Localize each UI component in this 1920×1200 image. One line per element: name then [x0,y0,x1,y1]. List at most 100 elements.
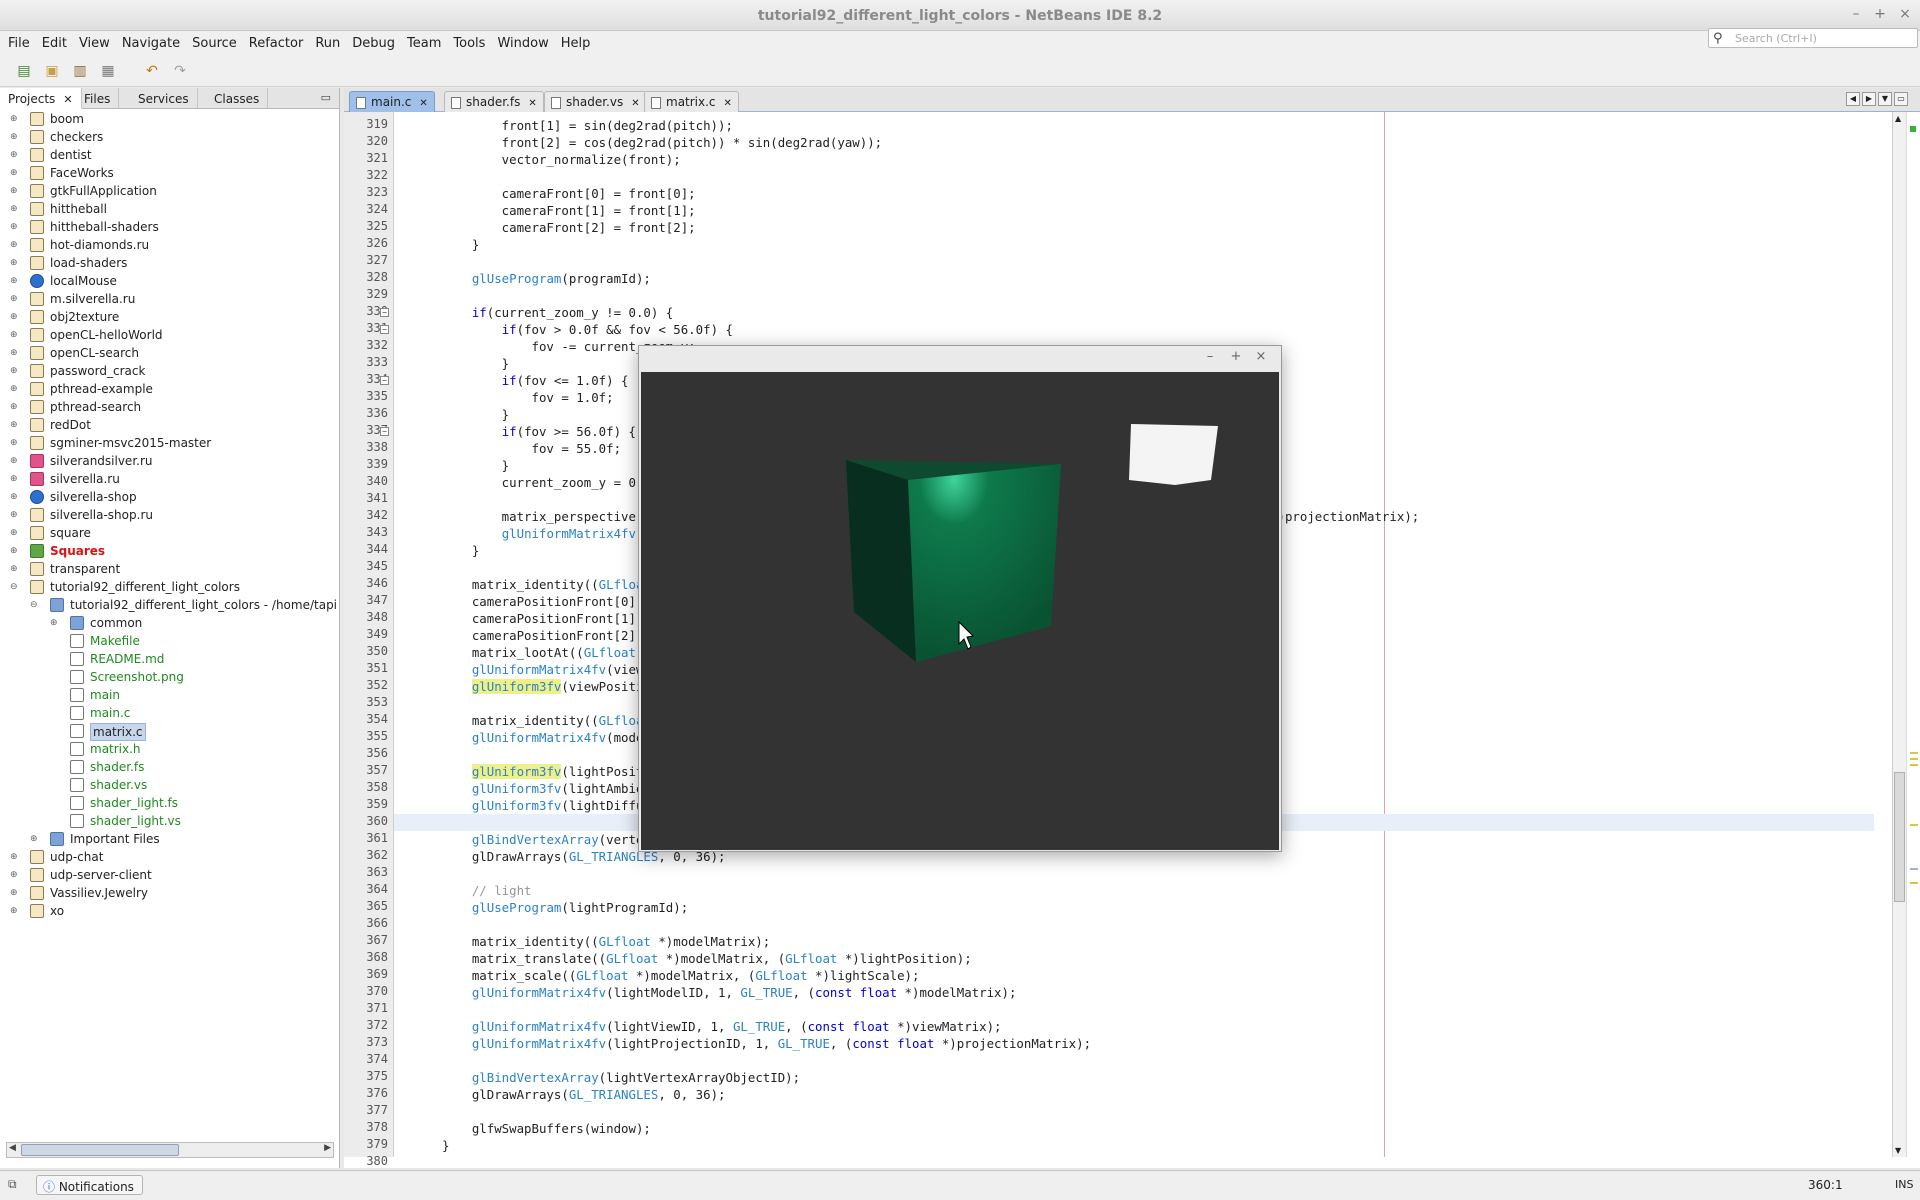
menu-run[interactable]: Run [309,31,346,51]
menu-team[interactable]: Team [401,31,447,51]
tree-item[interactable]: ⊕ hot-diamonds.ru [0,236,338,254]
code-line[interactable]: glUseProgram(programId); [394,270,1874,287]
expand-icon[interactable]: ⊕ [10,398,18,416]
editor-tab[interactable]: main.c ✕ [349,91,435,112]
tree-item[interactable]: ⊕ hittheball-shaders [0,218,338,236]
tab-navigation-icon[interactable]: ▼ [1878,92,1892,106]
tree-item[interactable]: shader_light.vs [0,812,338,830]
code-line[interactable] [394,1001,1874,1018]
tree-item[interactable]: ⊕ FaceWorks [0,164,338,182]
tree-item[interactable]: ⊕ checkers [0,128,338,146]
tree-item[interactable]: ⊕ obj2texture [0,308,338,326]
tree-item[interactable]: ⊕ xo [0,902,338,920]
tree-item[interactable]: shader_light.fs [0,794,338,812]
tree-item[interactable]: Screenshot.png [0,668,338,686]
new-file-icon[interactable]: ▤ [14,61,34,81]
code-line[interactable] [394,1052,1874,1069]
tree-item[interactable]: Makefile [0,632,338,650]
maximize-icon[interactable]: + [1228,349,1244,364]
expand-icon[interactable]: ⊕ [10,110,18,128]
code-line[interactable] [394,865,1874,882]
tree-item[interactable]: ⊕ m.silverella.ru [0,290,338,308]
editor-tab[interactable]: shader.vs ✕ [544,91,647,112]
expand-icon[interactable]: ⊕ [10,848,18,866]
tree-item[interactable]: ⊕ transparent [0,560,338,578]
tab-navigation-icon[interactable]: ◀ [1846,92,1860,106]
code-line[interactable] [394,916,1874,933]
code-line[interactable]: glUniformMatrix4fv(lightProjectionID, 1,… [394,1035,1874,1052]
expand-icon[interactable]: ⊕ [10,902,18,920]
code-line[interactable]: glUniformMatrix4fv(lightModelID, 1, GL_T… [394,984,1874,1001]
expand-icon[interactable]: ⊕ [10,560,18,578]
tree-item[interactable]: ⊕ udp-server-client [0,866,338,884]
code-line[interactable] [394,287,1874,304]
tree-item[interactable]: matrix.c [0,722,338,741]
code-line[interactable]: glfwSwapBuffers(window); [394,1120,1874,1137]
close-icon[interactable]: × [1895,6,1915,22]
code-line[interactable] [394,1103,1874,1120]
collapse-icon[interactable]: ⊖ [30,596,38,614]
close-icon[interactable]: ✕ [724,98,732,109]
code-line[interactable]: matrix_scale((GLfloat *)modelMatrix, (GL… [394,967,1874,984]
code-line[interactable] [394,1154,1874,1171]
expand-icon[interactable]: ⊕ [10,308,18,326]
tree-item[interactable]: ⊕ Squares [0,542,338,560]
expand-icon[interactable]: ⊕ [10,218,18,236]
code-line[interactable]: cameraFront[2] = front[2]; [394,219,1874,236]
code-line[interactable]: glUseProgram(lightProgramId); [394,899,1874,916]
tree-item[interactable]: ⊕ udp-chat [0,848,338,866]
code-line[interactable]: glBindVertexArray(lightVertexArrayObject… [394,1069,1874,1086]
menu-window[interactable]: Window [491,31,554,51]
expand-icon[interactable]: ⊕ [10,236,18,254]
tree-item[interactable]: ⊕ pthread-example [0,380,338,398]
expand-icon[interactable]: ⊕ [10,434,18,452]
tree-item[interactable]: ⊕ gtkFullApplication [0,182,338,200]
tree-item[interactable]: main [0,686,338,704]
maximize-icon[interactable]: + [1870,6,1890,22]
menu-file[interactable]: File [0,31,36,51]
tree-item[interactable]: ⊕ Vassiliev.Jewelry [0,884,338,902]
save-all-icon[interactable]: ▦ [98,61,118,81]
expand-icon[interactable]: ⊕ [10,884,18,902]
expand-icon[interactable]: ⊕ [10,272,18,290]
tab-navigation-icon[interactable]: ▭ [1894,92,1908,106]
tree-item[interactable]: ⊕ silverandsilver.ru [0,452,338,470]
close-icon[interactable]: ✕ [528,98,536,109]
expand-icon[interactable]: ⊕ [10,200,18,218]
tab-projects[interactable]: Projects ✕ [0,88,82,109]
stripe-mark[interactable] [1910,752,1918,754]
new-project-icon[interactable]: ▣ [42,61,62,81]
expand-icon[interactable]: ⊕ [10,344,18,362]
expand-icon[interactable]: ⊕ [10,164,18,182]
expand-icon[interactable]: ⊕ [10,182,18,200]
stripe-mark[interactable] [1910,758,1918,760]
expand-icon[interactable]: ⊕ [10,254,18,272]
quick-search-input[interactable]: ⚲ Search (Ctrl+I) [1708,28,1918,48]
undo-icon[interactable]: ↶ [142,61,162,81]
collapse-icon[interactable]: ⊖ [10,578,18,596]
menu-edit[interactable]: Edit [36,31,73,51]
code-line[interactable]: glUniformMatrix4fv(lightViewID, 1, GL_TR… [394,1018,1874,1035]
code-line[interactable]: front[1] = sin(deg2rad(pitch)); [394,117,1874,134]
menu-refactor[interactable]: Refactor [243,31,310,51]
fold-icon[interactable]: − [380,376,389,385]
code-line[interactable]: front[2] = cos(deg2rad(pitch)) * sin(deg… [394,134,1874,151]
scroll-up-icon[interactable]: ▲ [1895,114,1901,123]
expand-icon[interactable]: ⊕ [10,542,18,560]
stripe-mark[interactable] [1910,882,1918,884]
tree-item[interactable]: ⊕ pthread-search [0,398,338,416]
tab-services[interactable]: Services [130,88,198,109]
menu-debug[interactable]: Debug [346,31,401,51]
stripe-mark[interactable] [1910,824,1918,826]
minimize-icon[interactable]: – [1846,6,1866,22]
tree-item[interactable]: matrix.h [0,740,338,758]
tree-item[interactable]: ⊕ openCL-helloWorld [0,326,338,344]
tree-item[interactable]: ⊕ dentist [0,146,338,164]
fold-icon[interactable]: − [380,325,389,334]
tab-classes[interactable]: Classes [206,88,269,109]
expand-icon[interactable]: ⊕ [10,506,18,524]
expand-icon[interactable]: ⊕ [10,128,18,146]
tree-item[interactable]: README.md [0,650,338,668]
code-line[interactable]: − if(fov > 0.0f && fov < 56.0f) { [380,321,1874,338]
expand-icon[interactable]: ⊕ [10,380,18,398]
